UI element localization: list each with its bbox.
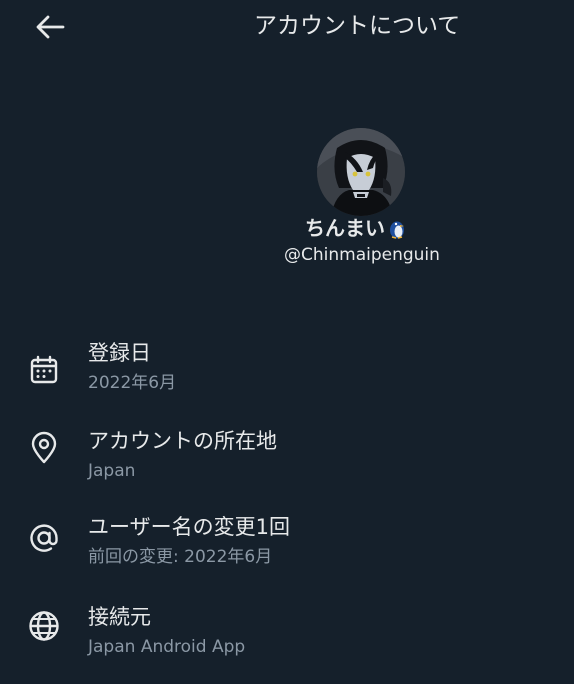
display-name: ちんまい (305, 214, 407, 242)
avatar[interactable] (317, 128, 405, 216)
info-label: 接続元 (88, 605, 151, 629)
info-label: アカウントの所在地 (88, 429, 277, 453)
globe-icon (26, 608, 62, 644)
calendar-icon (26, 352, 62, 388)
info-label: ユーザー名の変更1回 (88, 515, 290, 539)
info-item-username-changes: ユーザー名の変更1回 前回の変更: 2022年6月 (0, 512, 574, 592)
page-title: アカウントについて (254, 13, 461, 39)
info-label: 登録日 (88, 341, 151, 365)
back-button[interactable] (30, 8, 70, 46)
info-item-joined: 登録日 2022年6月 (0, 338, 574, 418)
info-value: 前回の変更: 2022年6月 (88, 547, 273, 567)
display-name-text: ちんまい (305, 216, 385, 240)
info-item-connected-via: 接続元 Japan Android App (0, 602, 574, 682)
info-value: 2022年6月 (88, 373, 177, 393)
at-sign-icon (26, 520, 62, 556)
penguin-emoji-icon (387, 217, 407, 239)
info-value: Japan Android App (88, 637, 246, 657)
username-handle: @Chinmaipenguin (284, 245, 440, 265)
info-value: Japan (88, 461, 136, 481)
top-bar: アカウントについて (0, 0, 574, 54)
location-pin-icon (26, 430, 62, 466)
info-item-location: アカウントの所在地 Japan (0, 426, 574, 506)
user-avatar-image (317, 128, 405, 216)
arrow-left-icon (36, 15, 65, 39)
